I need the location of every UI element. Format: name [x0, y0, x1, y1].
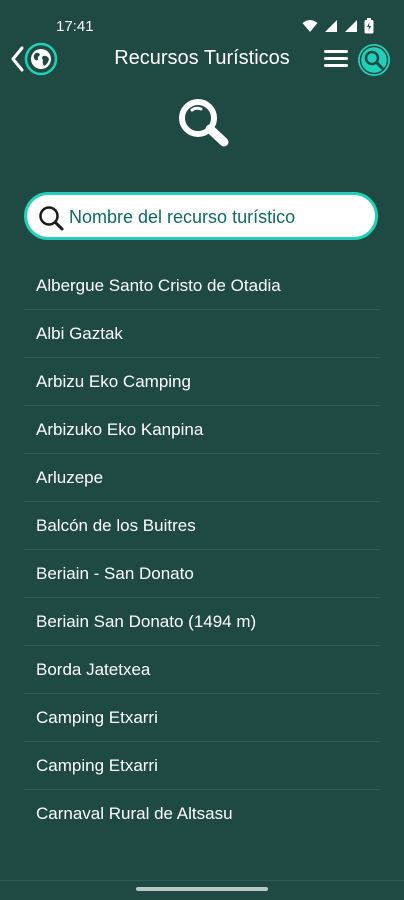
search-field[interactable]	[24, 192, 378, 240]
menu-icon[interactable]	[322, 46, 350, 70]
results-list: Albergue Santo Cristo de Otadia Albi Gaz…	[24, 262, 380, 838]
list-item[interactable]: Albi Gaztak	[24, 310, 380, 358]
home-indicator[interactable]	[136, 887, 268, 891]
search-icon	[39, 206, 64, 231]
magnifier-icon	[179, 99, 229, 147]
search-input[interactable]	[69, 201, 369, 233]
battery-icon	[364, 18, 374, 34]
list-item[interactable]: Carnaval Rural de Altsasu	[24, 790, 380, 838]
signal-icon	[325, 20, 337, 32]
list-item[interactable]: Camping Etxarri	[24, 742, 380, 790]
search-icon[interactable]	[356, 42, 392, 78]
list-item[interactable]: Camping Etxarri	[24, 694, 380, 742]
list-item[interactable]: Beriain San Donato (1494 m)	[24, 598, 380, 646]
list-item[interactable]: Arbizu Eko Camping	[24, 358, 380, 406]
status-time: 17:41	[56, 18, 94, 35]
list-item[interactable]: Arluzepe	[24, 454, 380, 502]
bottom-divider	[0, 880, 404, 881]
list-item[interactable]: Beriain - San Donato	[24, 550, 380, 598]
list-item[interactable]: Arbizuko Eko Kanpina	[24, 406, 380, 454]
list-item[interactable]: Balcón de los Buitres	[24, 502, 380, 550]
wifi-icon	[302, 20, 318, 32]
list-item[interactable]: Borda Jatetxea	[24, 646, 380, 694]
list-item[interactable]: Albergue Santo Cristo de Otadia	[24, 262, 380, 310]
status-bar: 17:41	[0, 0, 404, 40]
signal-icon	[345, 20, 357, 32]
app-bar: Recursos Turísticos	[0, 40, 404, 80]
status-icons	[302, 18, 374, 34]
